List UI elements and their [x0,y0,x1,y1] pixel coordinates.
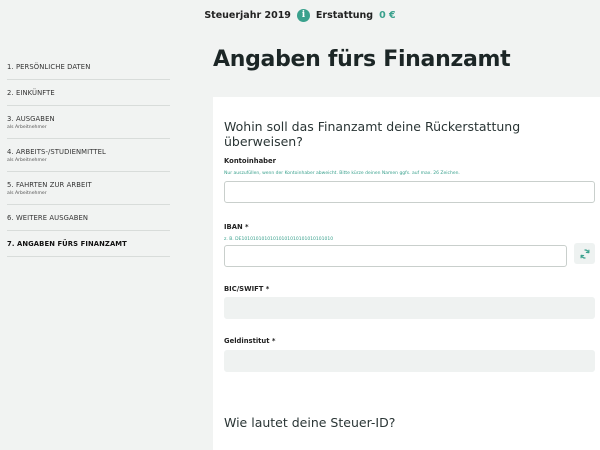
account-holder-label: Kontoinhaber [224,157,276,165]
sidebar-item-ausgaben[interactable]: 3. AUSGABEN als Arbeitnehmer [7,106,170,139]
info-icon[interactable]: i [296,8,310,22]
sidebar-item-label: 1. PERSÖNLICHE DATEN [7,63,91,71]
bank-label: Geldinstitut * [224,337,276,345]
sidebar-item-label: 6. WEITERE AUSGABEN [7,214,89,222]
sidebar-item-sublabel: als Arbeitnehmer [7,158,47,163]
sidebar-item-fahrten[interactable]: 5. FAHRTEN ZUR ARBEIT als Arbeitnehmer [7,172,170,205]
tax-year-label: Steuerjahr 2019 [204,9,291,21]
refund-label: Erstattung [315,9,374,21]
bic-input [224,297,595,319]
sidebar-item-sublabel: als Arbeitnehmer [7,191,47,196]
form-card: Wohin soll das Finanzamt deine Rückersta… [213,97,600,450]
bank-input [224,350,595,372]
iban-label: IBAN * [224,223,249,231]
sidebar-item-finanzamt[interactable]: 7. ANGABEN FÜRS FINANZAMT [7,231,170,257]
iban-hint: z. B. DE10101010101010101010101010101010 [224,237,334,242]
bic-label: BIC/SWIFT * [224,285,270,293]
top-bar: Steuerjahr 2019 i Erstattung 0 € [0,0,600,30]
account-holder-hint: Nur auszufüllen, wenn der Kontoinhaber a… [224,171,460,176]
sidebar-item-label: 5. FAHRTEN ZUR ARBEIT [7,181,92,189]
page-title: Angaben fürs Finanzamt [213,47,511,72]
sidebar-item-label: 3. AUSGABEN [7,115,55,123]
sidebar-item-label: 7. ANGABEN FÜRS FINANZAMT [7,240,127,248]
sidebar-item-label: 2. EINKÜNFTE [7,89,55,97]
sidebar-item-weitere-ausgaben[interactable]: 6. WEITERE AUSGABEN [7,205,170,231]
iban-input[interactable] [224,245,567,267]
refresh-icon [580,248,589,259]
refund-section-title: Wohin soll das Finanzamt deine Rückersta… [224,119,521,149]
sidebar-item-einkuenfte[interactable]: 2. EINKÜNFTE [7,80,170,106]
refund-value: 0 € [379,9,396,21]
refresh-button[interactable] [574,243,595,264]
tax-id-section-title: Wie lautet deine Steuer-ID? [224,415,396,430]
sidebar-item-label: 4. ARBEITS-/STUDIENMITTEL [7,148,106,156]
sidebar-item-persoenliche-daten[interactable]: 1. PERSÖNLICHE DATEN [7,54,170,80]
account-holder-input[interactable] [224,181,595,203]
sidebar-nav: 1. PERSÖNLICHE DATEN 2. EINKÜNFTE 3. AUS… [7,54,170,257]
sidebar-item-sublabel: als Arbeitnehmer [7,125,47,130]
sidebar-item-arbeitsmittel[interactable]: 4. ARBEITS-/STUDIENMITTEL als Arbeitnehm… [7,139,170,172]
